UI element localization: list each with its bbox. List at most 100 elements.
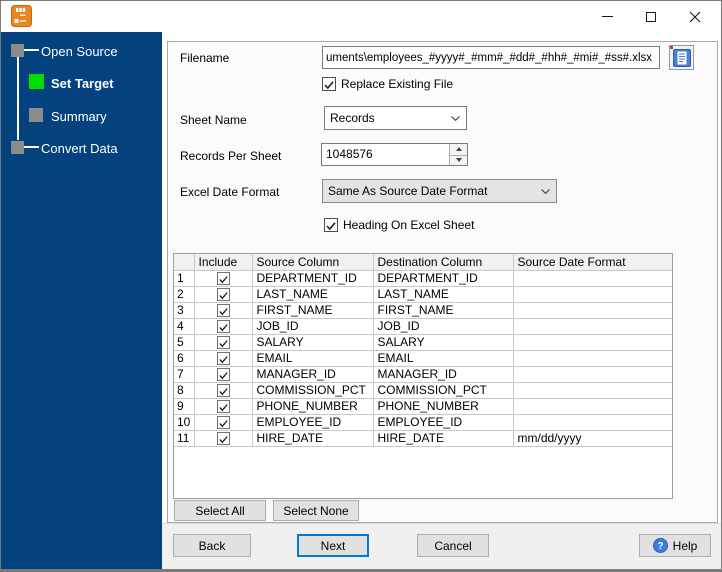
- source-column-cell[interactable]: JOB_ID: [252, 318, 374, 335]
- include-checkbox[interactable]: [216, 320, 230, 333]
- include-checkbox[interactable]: [216, 384, 230, 397]
- destination-column-cell[interactable]: MANAGER_ID: [373, 366, 514, 383]
- red-marker-dot: [670, 46, 673, 49]
- target-options-panel: Filename uments\employees_#yyyy#_#mm#_#d…: [167, 41, 718, 523]
- chevron-down-icon: [444, 115, 466, 121]
- sheet-name-combobox[interactable]: Records: [324, 106, 467, 130]
- destination-column-cell[interactable]: SALARY: [373, 334, 514, 351]
- checkmark-icon: [218, 404, 228, 412]
- include-checkbox[interactable]: [216, 288, 230, 301]
- include-checkbox[interactable]: [216, 432, 230, 445]
- include-header: Include: [194, 254, 253, 271]
- table-row: 1 DEPARTMENT_ID DEPARTMENT_ID: [174, 270, 672, 287]
- browse-file-icon: [672, 48, 691, 67]
- source-date-format-cell[interactable]: [513, 350, 672, 367]
- checkbox-label: Replace Existing File: [341, 77, 454, 91]
- checkbox-label: Heading On Excel Sheet: [343, 218, 475, 232]
- spin-down-button[interactable]: [450, 154, 467, 165]
- heading-on-excel-sheet-checkbox[interactable]: Heading On Excel Sheet: [324, 218, 474, 232]
- minimize-icon: [601, 16, 613, 17]
- source-date-format-cell[interactable]: [513, 382, 672, 399]
- include-cell: [194, 414, 253, 431]
- browse-file-button[interactable]: [669, 45, 694, 70]
- source-column-cell[interactable]: COMMISSION_PCT: [252, 382, 374, 399]
- row-number-cell: 10: [174, 414, 195, 431]
- step-label: Set Target: [51, 76, 114, 91]
- row-number-cell: 3: [174, 302, 195, 319]
- step-convert-data[interactable]: Convert Data: [1, 140, 162, 157]
- source-date-format-cell[interactable]: mm/dd/yyyy: [513, 430, 672, 447]
- source-date-format-cell[interactable]: [513, 318, 672, 335]
- destination-column-cell[interactable]: EMAIL: [373, 350, 514, 367]
- include-cell: [194, 382, 253, 399]
- cancel-button[interactable]: Cancel: [417, 534, 489, 557]
- filename-input[interactable]: [322, 46, 660, 69]
- back-button[interactable]: Back: [173, 534, 251, 557]
- include-cell: [194, 350, 253, 367]
- table-row: 10 EMPLOYEE_ID EMPLOYEE_ID: [174, 414, 672, 431]
- checkmark-icon: [218, 436, 228, 444]
- maximize-button[interactable]: [629, 1, 673, 32]
- destination-column-cell[interactable]: EMPLOYEE_ID: [373, 414, 514, 431]
- destination-column-cell[interactable]: COMMISSION_PCT: [373, 382, 514, 399]
- table-row: 11 HIRE_DATE HIRE_DATE mm/dd/yyyy: [174, 430, 672, 447]
- source-date-format-cell[interactable]: [513, 302, 672, 319]
- destination-column-cell[interactable]: DEPARTMENT_ID: [373, 270, 514, 287]
- source-date-format-cell[interactable]: [513, 398, 672, 415]
- close-button[interactable]: [673, 1, 717, 32]
- table-row: 6 EMAIL EMAIL: [174, 350, 672, 367]
- step-summary[interactable]: Summary: [1, 107, 162, 124]
- minimize-button[interactable]: [585, 1, 629, 32]
- include-checkbox[interactable]: [216, 336, 230, 349]
- step-marker-square-active: [29, 74, 44, 89]
- checkmark-icon: [218, 340, 228, 348]
- step-marker-square: [29, 108, 43, 122]
- include-checkbox[interactable]: [216, 416, 230, 429]
- include-checkbox[interactable]: [216, 400, 230, 413]
- checkmark-icon: [218, 420, 228, 428]
- source-column-cell[interactable]: HIRE_DATE: [252, 430, 374, 447]
- include-checkbox[interactable]: [216, 368, 230, 381]
- source-column-cell[interactable]: FIRST_NAME: [252, 302, 374, 319]
- destination-column-cell[interactable]: HIRE_DATE: [373, 430, 514, 447]
- select-none-button[interactable]: Select None: [273, 500, 359, 521]
- source-date-format-cell[interactable]: [513, 334, 672, 351]
- destination-column-cell[interactable]: PHONE_NUMBER: [373, 398, 514, 415]
- filename-label: Filename: [180, 51, 230, 65]
- destination-column-cell[interactable]: JOB_ID: [373, 318, 514, 335]
- include-cell: [194, 302, 253, 319]
- source-column-cell[interactable]: EMAIL: [252, 350, 374, 367]
- checkmark-icon: [326, 222, 336, 231]
- checkmark-icon: [218, 308, 228, 316]
- source-column-cell[interactable]: EMPLOYEE_ID: [252, 414, 374, 431]
- source-column-cell[interactable]: PHONE_NUMBER: [252, 398, 374, 415]
- source-column-cell[interactable]: MANAGER_ID: [252, 366, 374, 383]
- records-per-sheet-spinner[interactable]: 1048576: [321, 143, 468, 166]
- next-button[interactable]: Next: [297, 534, 369, 557]
- help-button[interactable]: ? Help: [639, 534, 711, 557]
- row-number-cell: 6: [174, 350, 195, 367]
- replace-existing-file-checkbox[interactable]: Replace Existing File: [322, 77, 453, 91]
- destination-column-cell[interactable]: LAST_NAME: [373, 286, 514, 303]
- include-checkbox[interactable]: [216, 352, 230, 365]
- source-column-cell[interactable]: SALARY: [252, 334, 374, 351]
- step-label: Convert Data: [41, 141, 118, 156]
- spin-up-button[interactable]: [450, 144, 467, 155]
- checkmark-icon: [218, 356, 228, 364]
- source-column-cell[interactable]: LAST_NAME: [252, 286, 374, 303]
- row-number-cell: 4: [174, 318, 195, 335]
- include-checkbox[interactable]: [216, 272, 230, 285]
- source-date-format-cell[interactable]: [513, 414, 672, 431]
- select-all-button[interactable]: Select All: [174, 500, 266, 521]
- step-set-target[interactable]: Set Target: [1, 74, 162, 91]
- destination-column-cell[interactable]: FIRST_NAME: [373, 302, 514, 319]
- excel-date-format-dropdown[interactable]: Same As Source Date Format: [322, 179, 557, 203]
- include-checkbox[interactable]: [216, 304, 230, 317]
- source-column-cell[interactable]: DEPARTMENT_ID: [252, 270, 374, 287]
- source-date-format-cell[interactable]: [513, 270, 672, 287]
- include-cell: [194, 286, 253, 303]
- source-date-format-cell[interactable]: [513, 286, 672, 303]
- source-date-format-cell[interactable]: [513, 366, 672, 383]
- wizard-steps-sidebar: Open Source Set Target Summary Convert D…: [1, 32, 162, 569]
- step-open-source[interactable]: Open Source: [1, 43, 162, 60]
